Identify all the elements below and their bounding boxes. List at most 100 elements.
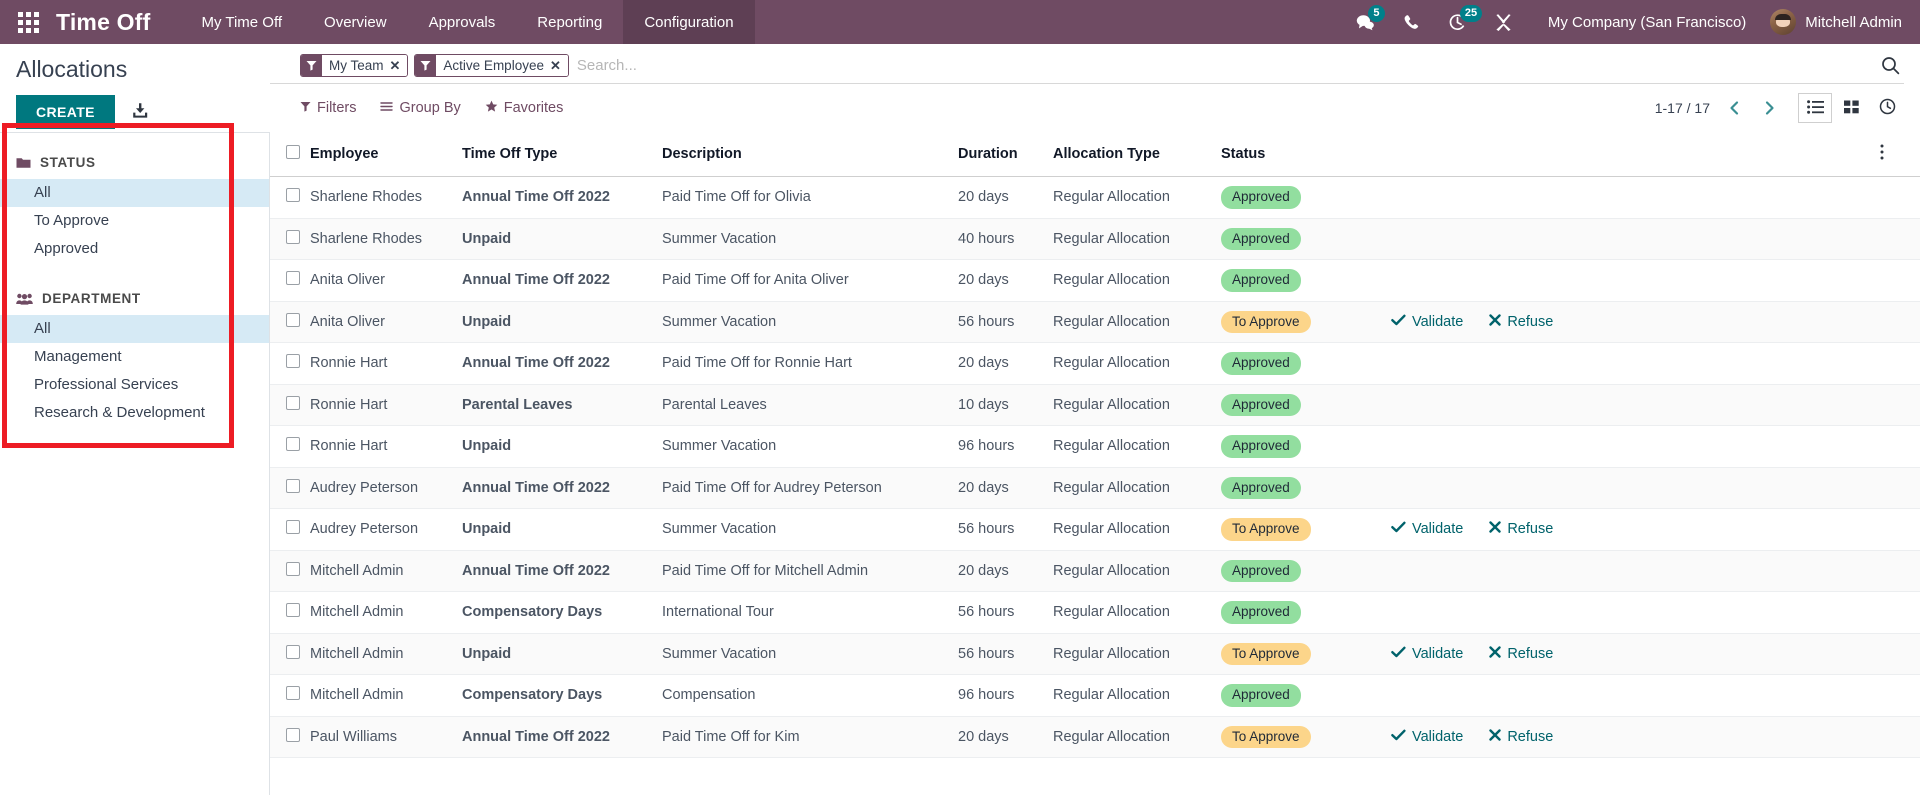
table-row[interactable]: Anita Oliver Annual Time Off 2022 Paid Tim… — [270, 259, 1920, 302]
row-checkbox[interactable] — [286, 727, 300, 742]
cell-allocation-type: Regular Allocation — [1053, 176, 1221, 219]
row-checkbox[interactable] — [286, 395, 300, 410]
nav-item-configuration[interactable]: Configuration — [623, 0, 755, 44]
create-button[interactable]: CREATE — [16, 95, 115, 129]
row-checkbox[interactable] — [286, 312, 300, 327]
column-header-allocation-type[interactable]: Allocation Type — [1053, 132, 1221, 177]
table-row[interactable]: Audrey Peterson Unpaid Summer Vacation 56 h… — [270, 508, 1920, 551]
activities-menu[interactable]: 25 — [1438, 0, 1483, 44]
status-badge: Approved — [1221, 476, 1301, 500]
kanban-view-button[interactable] — [1834, 93, 1868, 123]
sidebar-item-department-research-development[interactable]: Research & Development — [0, 399, 269, 427]
row-checkbox[interactable] — [286, 188, 300, 203]
group-by-dropdown[interactable]: Group By — [380, 100, 474, 116]
search-bar[interactable]: My Team ✕ Active Employee ✕ — [270, 54, 1904, 84]
row-checkbox[interactable] — [286, 354, 300, 369]
row-checkbox[interactable] — [286, 644, 300, 659]
sidebar-section-header-department[interactable]: DEPARTMENT — [0, 287, 269, 315]
sidebar-item-department-management[interactable]: Management — [0, 343, 269, 371]
row-checkbox[interactable] — [286, 229, 300, 244]
debug-menu[interactable] — [1484, 0, 1524, 44]
row-checkbox[interactable] — [286, 686, 300, 701]
search-icon[interactable] — [1877, 56, 1904, 75]
nav-item-approvals[interactable]: Approvals — [408, 0, 517, 44]
cell-row-menu — [1880, 342, 1920, 385]
row-checkbox[interactable] — [286, 520, 300, 535]
table-row[interactable]: Ronnie Hart Annual Time Off 2022 Paid Time… — [270, 342, 1920, 385]
row-checkbox[interactable] — [286, 603, 300, 618]
column-header-duration[interactable]: Duration — [958, 132, 1053, 177]
row-checkbox[interactable] — [286, 437, 300, 452]
pager-next-button[interactable] — [1759, 100, 1780, 116]
validate-button[interactable]: Validate — [1391, 521, 1463, 537]
table-row[interactable]: Mitchell Admin Unpaid Summer Vacation 56 ho… — [270, 633, 1920, 676]
table-row[interactable]: Mitchell Admin Compensatory Days Internati… — [270, 591, 1920, 634]
pager-previous-button[interactable] — [1724, 100, 1745, 116]
select-all-checkbox[interactable] — [286, 145, 300, 159]
table-row[interactable]: Anita Oliver Unpaid Summer Vacation 56 hour… — [270, 301, 1920, 344]
company-switcher[interactable]: My Company (San Francisco) — [1530, 14, 1760, 31]
table-row[interactable]: Paul Williams Annual Time Off 2022 Paid Ti… — [270, 716, 1920, 759]
table-row[interactable]: Sharlene Rhodes Annual Time Off 2022 Paid … — [270, 176, 1920, 219]
apps-menu-toggle[interactable] — [0, 0, 56, 44]
page-title: Allocations — [16, 56, 128, 82]
status-badge: Approved — [1221, 227, 1301, 251]
row-select-cell — [270, 425, 310, 468]
search-panel-sidebar: STATUS All To Approve Approved DEPARTMEN… — [0, 123, 270, 795]
nav-item-overview[interactable]: Overview — [303, 0, 408, 44]
navbar-systray: 5 25 My Company (San Francisco) Mitchell… — [1346, 0, 1920, 44]
column-header-status[interactable]: Status — [1221, 132, 1391, 177]
voip-phone-menu[interactable] — [1392, 0, 1432, 44]
facet-label: Active Employee — [436, 55, 550, 76]
row-checkbox[interactable] — [286, 478, 300, 493]
filters-dropdown[interactable]: Filters — [300, 100, 370, 116]
column-header-time-off-type[interactable]: Time Off Type — [462, 132, 662, 177]
vertical-dots-icon[interactable] — [1880, 144, 1884, 160]
favorites-dropdown[interactable]: Favorites — [485, 100, 578, 117]
user-menu[interactable]: Mitchell Admin — [1766, 9, 1902, 35]
activity-view-button[interactable] — [1870, 93, 1904, 123]
table-row[interactable]: Mitchell Admin Annual Time Off 2022 Paid T… — [270, 550, 1920, 593]
search-facet-my-team[interactable]: My Team ✕ — [300, 54, 409, 77]
table-row[interactable]: Sharlene Rhodes Unpaid Summer Vacation 40 h… — [270, 218, 1920, 261]
status-badge: Approved — [1221, 684, 1301, 707]
column-header-description[interactable]: Description — [662, 132, 958, 177]
refuse-button[interactable]: Refuse — [1489, 314, 1553, 330]
validate-button[interactable]: Validate — [1391, 729, 1463, 745]
search-facet-active-employee[interactable]: Active Employee ✕ — [414, 54, 569, 77]
nav-item-reporting[interactable]: Reporting — [516, 0, 623, 44]
validate-button[interactable]: Validate — [1391, 646, 1463, 662]
export-button[interactable] — [129, 100, 151, 125]
app-body: STATUS All To Approve Approved DEPARTMEN… — [0, 123, 1920, 795]
cell-description: Paid Time Off for Audrey Peterson — [662, 467, 958, 510]
cell-actions — [1391, 176, 1880, 219]
table-row[interactable]: Ronnie Hart Unpaid Summer Vacation 96 hours… — [270, 425, 1920, 468]
table-row[interactable]: Mitchell Admin Compensatory Days Compensat… — [270, 674, 1920, 717]
cell-actions — [1391, 550, 1880, 593]
refuse-button[interactable]: Refuse — [1489, 729, 1553, 745]
sidebar-section-header-status[interactable]: STATUS — [0, 151, 269, 179]
table-row[interactable]: Ronnie Hart Parental Leaves Parental Leave… — [270, 384, 1920, 427]
sidebar-item-status-approved[interactable]: Approved — [0, 235, 269, 263]
messages-menu[interactable]: 5 — [1346, 0, 1386, 44]
facet-remove-icon[interactable]: ✕ — [549, 55, 568, 76]
nav-item-my-time-off[interactable]: My Time Off — [180, 0, 303, 44]
list-view-button[interactable] — [1798, 93, 1832, 123]
sidebar-item-status-to-approve[interactable]: To Approve — [0, 207, 269, 235]
control-panel-left: Allocations CREATE — [0, 54, 270, 129]
sidebar-item-department-all[interactable]: All — [0, 315, 269, 343]
search-input[interactable] — [568, 55, 1877, 76]
refuse-button[interactable]: Refuse — [1489, 646, 1553, 662]
row-checkbox[interactable] — [286, 271, 300, 286]
validate-button[interactable]: Validate — [1391, 314, 1463, 330]
row-checkbox[interactable] — [286, 561, 300, 576]
app-brand-time-off[interactable]: Time Off — [56, 0, 180, 44]
cell-status: Approved — [1221, 218, 1391, 261]
sidebar-item-status-all[interactable]: All — [0, 179, 269, 207]
table-row[interactable]: Audrey Peterson Annual Time Off 2022 Paid … — [270, 467, 1920, 510]
facet-remove-icon[interactable]: ✕ — [389, 55, 408, 76]
cell-time-off-type: Unpaid — [462, 425, 662, 468]
refuse-button[interactable]: Refuse — [1489, 521, 1553, 537]
column-header-employee[interactable]: Employee — [310, 132, 462, 177]
sidebar-item-department-professional-services[interactable]: Professional Services — [0, 371, 269, 399]
